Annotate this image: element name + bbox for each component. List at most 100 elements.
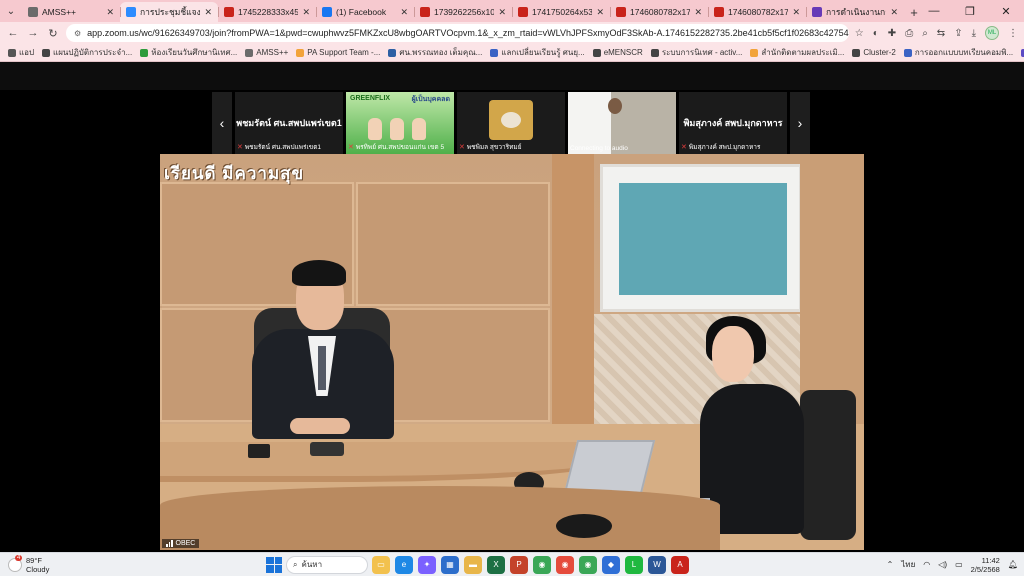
wifi-icon[interactable]: ◠ <box>923 560 930 569</box>
weather-widget[interactable]: 4 89°F Cloudy <box>8 554 128 574</box>
zoom-lens-icon[interactable]: ⌕ <box>922 28 928 39</box>
bookmark-favicon-icon <box>245 48 254 57</box>
download-icon[interactable]: ⤓ <box>972 28 976 39</box>
reload-icon[interactable]: ↻ <box>46 27 60 40</box>
cat-avatar <box>489 100 533 140</box>
browser-tab[interactable]: การดำเนินงานการนิเทศ ✕ <box>806 2 904 22</box>
browser-tab[interactable]: 1741750264x532252✕ <box>512 2 610 22</box>
browser-tab[interactable]: 1739262256x104517✕ <box>414 2 512 22</box>
bookmark-label: การออกแบบบทเรียนคอมพิ... <box>914 48 1014 57</box>
close-tab-icon[interactable]: ✕ <box>400 7 408 18</box>
translate-icon[interactable]: ⇆ <box>937 28 945 39</box>
chrome-icon[interactable]: ◉ <box>533 555 551 574</box>
browser-tab[interactable]: 1746080782x174818✕ <box>708 2 806 22</box>
strip-prev-icon[interactable]: ‹ <box>212 92 232 154</box>
bookmark-item[interactable]: สำนักติดตามผลประเมิ... <box>750 46 844 59</box>
tab-search-icon[interactable]: ⌄ <box>0 0 22 22</box>
app-blue-icon[interactable]: ◆ <box>602 555 620 574</box>
back-icon[interactable]: ← <box>6 27 20 39</box>
bookmark-item[interactable]: แอป <box>8 46 34 59</box>
volume-icon[interactable]: ◁) <box>938 560 947 569</box>
bookmark-item[interactable]: ระบบการนิเทศ - activ... <box>650 46 743 59</box>
participant-tile[interactable]: พิมสุภางค์ สพป.มุกดาหาร ✕ พิมสุภางค์ สพป.ม… <box>679 92 787 154</box>
file-explorer-icon[interactable]: ▭ <box>372 555 390 574</box>
bookmark-star-icon[interactable]: ☆ <box>855 28 864 39</box>
extensions-puzzle-icon[interactable]: ✚ <box>888 28 896 39</box>
participant-tile[interactable]: Connecting to audio <box>568 92 676 154</box>
chrome-3-icon[interactable]: ◉ <box>579 555 597 574</box>
close-tab-icon[interactable]: ✕ <box>694 7 702 18</box>
forward-icon[interactable]: → <box>26 27 40 39</box>
bookmark-favicon-icon <box>388 48 397 57</box>
minimize-icon[interactable]: — <box>916 0 952 22</box>
browser-tab[interactable]: 1746080782x174818✕ <box>610 2 708 22</box>
close-tab-icon[interactable]: ✕ <box>890 7 898 18</box>
address-bar[interactable]: ⚙ app.zoom.us/wc/91626349703/join?fromPW… <box>66 24 849 42</box>
bookmark-item[interactable]: eMENSCR <box>592 48 643 57</box>
extension-icon[interactable]: ◐ <box>873 28 879 39</box>
bookmark-label: แผนปฏิบัติการประจำ... <box>53 48 133 57</box>
strip-next-icon[interactable]: › <box>790 92 810 154</box>
bookmark-item[interactable]: ศน.พรรณทอง เต็มคุณ... <box>388 46 482 59</box>
browser-tab[interactable]: AMSS++ ✕ <box>22 2 120 22</box>
chrome-2-icon[interactable]: ◉ <box>556 555 574 574</box>
weather-temp: 89°F <box>26 555 42 565</box>
signal-icon <box>166 540 173 547</box>
battery-icon[interactable]: ▭ <box>955 560 963 569</box>
bookmark-favicon-icon <box>592 48 601 57</box>
taskbar-search[interactable]: ⌕ ค้นหา <box>286 555 368 574</box>
mic-muted-icon: ✕ <box>237 144 243 151</box>
bookmark-item[interactable]: Cluster-2 <box>852 48 896 57</box>
acrobat-icon[interactable]: A <box>671 555 689 574</box>
windows-start-icon[interactable] <box>266 556 282 573</box>
bookmark-label: สำนักติดตามผลประเมิ... <box>761 48 845 57</box>
bookmark-item[interactable]: AMSS++ <box>245 48 288 57</box>
close-tab-icon[interactable]: ✕ <box>498 7 506 18</box>
bookmark-item[interactable]: การออกแบบบทเรียนคอมพิ... <box>903 46 1014 59</box>
taskbar-apps: ⌕ ค้นหา ▭ e ✦ ▦ ▬ X P ◉ ◉ ◉ ◆ L W A <box>266 555 689 574</box>
main-video[interactable]: เรียนดี มีความสุข OBEC <box>160 154 864 550</box>
bookmark-label: ระบบการนิเทศ - activ... <box>661 48 743 57</box>
bookmark-item[interactable]: PA Support Team -... <box>296 48 380 57</box>
menu-kebab-icon[interactable]: ⋮ <box>1008 28 1018 39</box>
app-copilot-icon[interactable]: ✦ <box>418 555 436 574</box>
cloud-icon: 4 <box>8 554 23 572</box>
folder-icon[interactable]: ▬ <box>464 555 482 574</box>
excel-icon[interactable]: X <box>487 555 505 574</box>
browser-tab[interactable]: 1745228333x457033✕ <box>218 2 316 22</box>
participant-tile[interactable]: ✕ พชพิมล สุขวาริทมย์ <box>457 92 565 154</box>
share-icon[interactable]: ⇪ <box>954 28 962 39</box>
tab-title: 1739262256x104517 <box>434 7 495 17</box>
site-info-icon[interactable]: ⚙ <box>74 29 81 38</box>
notifications-icon[interactable]: 🔔︎ <box>1008 560 1018 569</box>
poster-title: GREENFLIX <box>350 95 391 102</box>
print-icon[interactable]: ⎙ <box>905 28 913 39</box>
close-tab-icon[interactable]: ✕ <box>792 7 800 18</box>
close-tab-icon[interactable]: ✕ <box>302 7 310 18</box>
close-tab-icon[interactable]: ✕ <box>106 7 114 18</box>
tray-chevron-icon[interactable]: ⌃ <box>887 560 894 569</box>
browser-tab[interactable]: (1) Facebook ✕ <box>316 2 414 22</box>
bookmark-item[interactable]: แลกเปลี่ยนเรียนรู้ ศนยุ... <box>490 46 585 59</box>
language-indicator[interactable]: ไทย <box>901 558 915 571</box>
word-icon[interactable]: W <box>648 555 666 574</box>
browser-edge-icon[interactable]: e <box>395 555 413 574</box>
restore-icon[interactable]: ❐ <box>952 0 988 22</box>
bookmark-item[interactable]: แผนปฏิบัติการประจำ... <box>42 46 132 59</box>
close-tab-icon[interactable]: ✕ <box>596 7 604 18</box>
bookmarks-bar: แอป แผนปฏิบัติการประจำ... ห้องเรียนวันศึกษ… <box>0 44 1024 62</box>
close-window-icon[interactable]: ✕ <box>988 0 1024 22</box>
participant-tile[interactable]: พชมรัตน์ ศน.สพปแพร่เขต1 ✕ พชมรัตน์ ศน.สพปแ… <box>235 92 343 154</box>
line-icon[interactable]: L <box>625 555 643 574</box>
clock[interactable]: 11:42 2/5/2568 <box>971 556 1000 574</box>
participant-tile[interactable]: GREENFLIX ผู้เป็นบุคคลด ✕ พรทิพย์ ศน.สพปขอน… <box>346 92 454 154</box>
bookmark-item[interactable]: ห้องเรียนวันศึกษานิเทศ... <box>140 46 237 59</box>
browser-tab[interactable]: การประชุมชี้แจงแนวทาง✕ <box>120 2 218 22</box>
app-store-icon[interactable]: ▦ <box>441 555 459 574</box>
browser-toolbar: ← → ↻ ⚙ app.zoom.us/wc/91626349703/join?… <box>0 22 1024 44</box>
profile-avatar[interactable]: ML <box>985 26 999 40</box>
close-tab-icon[interactable]: ✕ <box>204 7 212 18</box>
bookmark-favicon-icon <box>750 48 759 57</box>
powerpoint-icon[interactable]: P <box>510 555 528 574</box>
participant-name-label: ✕ พชมรัตน์ ศน.สพปแพร่เขต1 <box>237 144 322 151</box>
